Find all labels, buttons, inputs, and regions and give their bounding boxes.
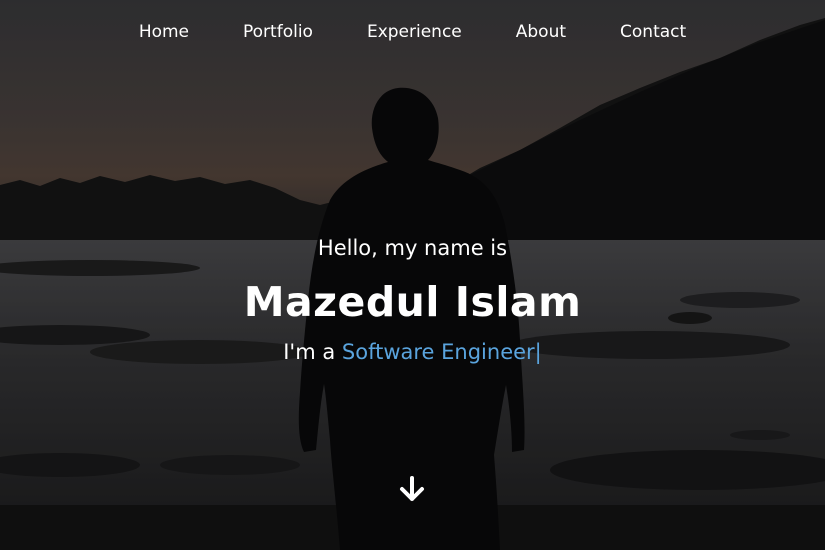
role-highlight: Software Engineer	[341, 340, 535, 364]
hero-role: I'm a Software Engineer|	[0, 340, 825, 364]
role-prefix: I'm a	[283, 340, 342, 364]
top-navigation: Home Portfolio Experience About Contact	[0, 20, 825, 44]
hero-name: Mazedul Islam	[243, 278, 582, 326]
nav-item-experience[interactable]: Experience	[340, 20, 489, 44]
nav-item-contact[interactable]: Contact	[593, 20, 713, 44]
hero-greeting: Hello, my name is	[317, 236, 508, 260]
nav-item-portfolio[interactable]: Portfolio	[216, 20, 340, 44]
arrow-down-icon[interactable]	[398, 474, 426, 504]
hero-section: Home Portfolio Experience About Contact …	[0, 0, 825, 550]
typing-cursor: |	[534, 340, 542, 364]
nav-item-home[interactable]: Home	[112, 20, 216, 44]
dark-overlay	[0, 0, 825, 550]
nav-item-about[interactable]: About	[489, 20, 593, 44]
